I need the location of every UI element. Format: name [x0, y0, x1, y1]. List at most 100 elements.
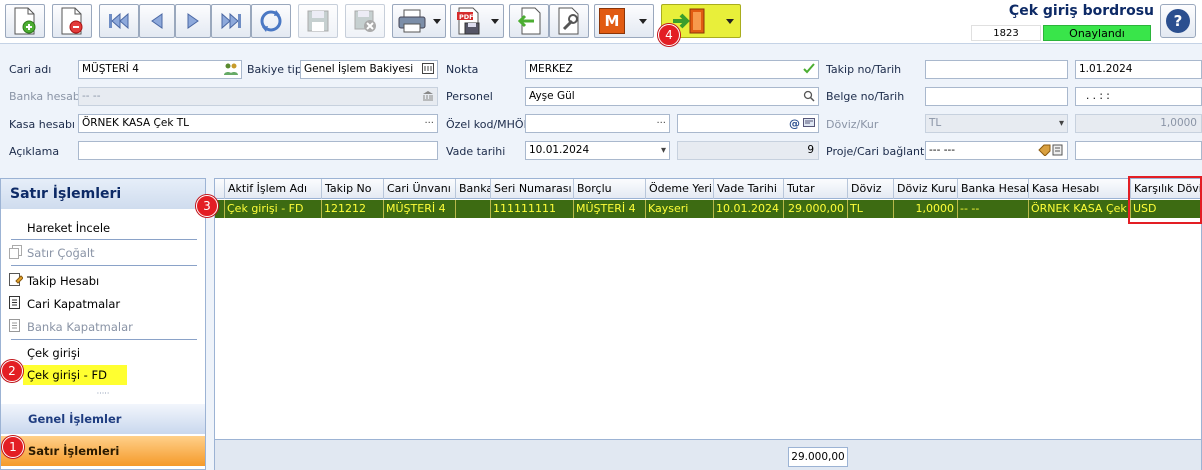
- status-badge: Onaylandı: [1043, 25, 1151, 41]
- print-button[interactable]: [392, 4, 446, 38]
- menu-item-cek-girisi[interactable]: Çek girişi: [27, 346, 80, 360]
- nokta-label: Nokta: [446, 63, 479, 76]
- chevron-down-icon: ▾: [1058, 118, 1064, 129]
- print-icon: [398, 9, 426, 33]
- save-button[interactable]: [298, 4, 338, 38]
- column-header[interactable]: Takip No: [322, 179, 384, 199]
- ellipsis-icon: ···: [656, 118, 666, 129]
- cell[interactable]: MÜŞTERİ 4: [574, 200, 646, 218]
- cell[interactable]: 1,0000: [894, 200, 958, 218]
- cell[interactable]: MÜŞTERİ 4: [384, 200, 456, 218]
- chevron-down-icon: ▾: [660, 145, 666, 156]
- column-header[interactable]: Döviz: [848, 179, 894, 199]
- column-header[interactable]: Seri Numarası: [491, 179, 574, 199]
- column-header[interactable]: Ödeme Yeri: [646, 179, 714, 199]
- cell[interactable]: 29.000,00: [784, 200, 848, 218]
- divider: [11, 239, 197, 240]
- aciklama-label: Açıklama: [9, 145, 60, 158]
- cell[interactable]: 121212: [322, 200, 384, 218]
- cell[interactable]: [456, 200, 491, 218]
- column-header[interactable]: Borçlu: [574, 179, 646, 199]
- belge-label: Belge no/Tarih: [826, 90, 905, 103]
- nav-satir-islemleri[interactable]: Satır İşlemleri: [1, 436, 205, 466]
- menu-item-hareket-incele[interactable]: Hareket İncele: [27, 221, 110, 235]
- m-icon: M: [599, 8, 625, 34]
- kur-input: 1,0000: [1075, 114, 1202, 133]
- column-header[interactable]: Aktif İşlem Adı: [225, 179, 322, 199]
- column-header[interactable]: Cari Ünvanı: [384, 179, 456, 199]
- proje-label: Proje/Cari bağlantı: [826, 145, 928, 158]
- menu-item-banka-kapatmalar[interactable]: Banka Kapatmalar: [27, 320, 133, 334]
- callout-badge: 4: [658, 24, 680, 46]
- column-header[interactable]: Döviz Kuru: [894, 179, 958, 199]
- menu-item-cek-girisi-fd[interactable]: Çek girişi - FD: [27, 368, 107, 382]
- next-record-button[interactable]: [175, 4, 211, 38]
- table-row[interactable]: Çek girişi - FD 121212 MÜŞTERİ 4 1111111…: [215, 200, 1202, 218]
- copy-icon: [9, 245, 22, 262]
- ozel-kod-field[interactable]: ···: [525, 114, 670, 133]
- column-header[interactable]: Kasa Hesabı: [1029, 179, 1131, 199]
- menu-item-satir-cogalt[interactable]: Satır Çoğalt: [27, 246, 95, 260]
- delete-document-button[interactable]: [52, 4, 92, 38]
- delete-doc-icon: [61, 7, 83, 35]
- mhok-field[interactable]: @: [677, 114, 819, 133]
- column-header[interactable]: Banka Hesabı: [958, 179, 1029, 199]
- vade-tarihi-select[interactable]: 10.01.2024 ▾: [525, 141, 670, 160]
- menu-item-takip-hesabi[interactable]: Takip Hesabı: [27, 274, 99, 288]
- callout-badge: 3: [196, 195, 218, 217]
- cancel-button[interactable]: [345, 4, 385, 38]
- previous-record-button[interactable]: [139, 4, 175, 38]
- window-title: Çek giriş bordrosu: [1008, 3, 1154, 19]
- menu-item-cari-kapatmalar[interactable]: Cari Kapatmalar: [27, 297, 120, 311]
- cell[interactable]: ÖRNEK KASA Çek TL: [1029, 200, 1131, 218]
- refresh-button[interactable]: [251, 4, 291, 38]
- cell[interactable]: 10.01.2024: [714, 200, 784, 218]
- personel-field[interactable]: Ayşe Gül: [525, 87, 819, 106]
- column-header[interactable]: Tutar: [784, 179, 848, 199]
- settings-button[interactable]: [549, 4, 589, 38]
- total-amount: 29.000,00: [788, 447, 848, 467]
- cari-adi-field[interactable]: MÜŞTERİ 4: [78, 60, 242, 79]
- takip-date-input[interactable]: 1.01.2024: [1075, 60, 1202, 79]
- belge-no-input[interactable]: [925, 87, 1068, 106]
- first-icon: [109, 12, 129, 30]
- m-menu-button[interactable]: M: [594, 4, 654, 38]
- cell[interactable]: Kayseri: [646, 200, 714, 218]
- add-doc-icon: [14, 7, 36, 35]
- callout-badge: 1: [2, 436, 24, 458]
- first-record-button[interactable]: [99, 4, 139, 38]
- prev-icon: [151, 13, 163, 29]
- row-operations-panel: Satır İşlemleri Hareket İncele Satır Çoğ…: [0, 178, 206, 470]
- proje-field[interactable]: --- ---: [925, 141, 1068, 160]
- pdf-export-icon: PDF: [457, 7, 480, 35]
- takip-no-input[interactable]: [925, 60, 1068, 79]
- column-header[interactable]: Banka: [456, 179, 491, 199]
- proje-extra-input[interactable]: [1075, 141, 1202, 160]
- cancel-disabled-icon: [354, 10, 376, 32]
- document-icon: [9, 296, 21, 313]
- cell[interactable]: Çek girişi - FD: [225, 200, 322, 218]
- pdf-export-button[interactable]: PDF: [450, 4, 504, 38]
- splitter-handle[interactable]: ·····: [1, 390, 205, 399]
- help-button[interactable]: ?: [1160, 4, 1196, 38]
- next-icon: [187, 13, 199, 29]
- grid-header: Aktif İşlem Adı Takip No Cari Ünvanı Ban…: [215, 179, 1202, 199]
- bakiye-tipi-field[interactable]: Genel İşlem Bakiyesi: [300, 60, 438, 79]
- new-document-button[interactable]: [5, 4, 45, 38]
- document-number: 1823: [971, 25, 1041, 41]
- belge-date-input[interactable]: . . : :: [1075, 87, 1202, 106]
- save-disabled-icon: [307, 10, 329, 32]
- cell[interactable]: -- --: [958, 200, 1029, 218]
- kasa-hesabi-field[interactable]: ÖRNEK KASA Çek TL ···: [78, 114, 438, 133]
- column-header[interactable]: Vade Tarihi: [714, 179, 784, 199]
- toolbar: PDF M Çek giriş bordrosu 1823 Onaylandı …: [0, 0, 1202, 44]
- refresh-icon: [260, 10, 282, 32]
- import-button[interactable]: [509, 4, 549, 38]
- cell[interactable]: 111111111: [491, 200, 574, 218]
- cell[interactable]: TL: [848, 200, 894, 218]
- nav-genel-islemler[interactable]: Genel İşlemler: [1, 404, 205, 434]
- checkmark-icon: [803, 63, 815, 78]
- nokta-field[interactable]: MERKEZ: [525, 60, 819, 79]
- aciklama-input[interactable]: [78, 141, 438, 160]
- last-record-button[interactable]: [211, 4, 251, 38]
